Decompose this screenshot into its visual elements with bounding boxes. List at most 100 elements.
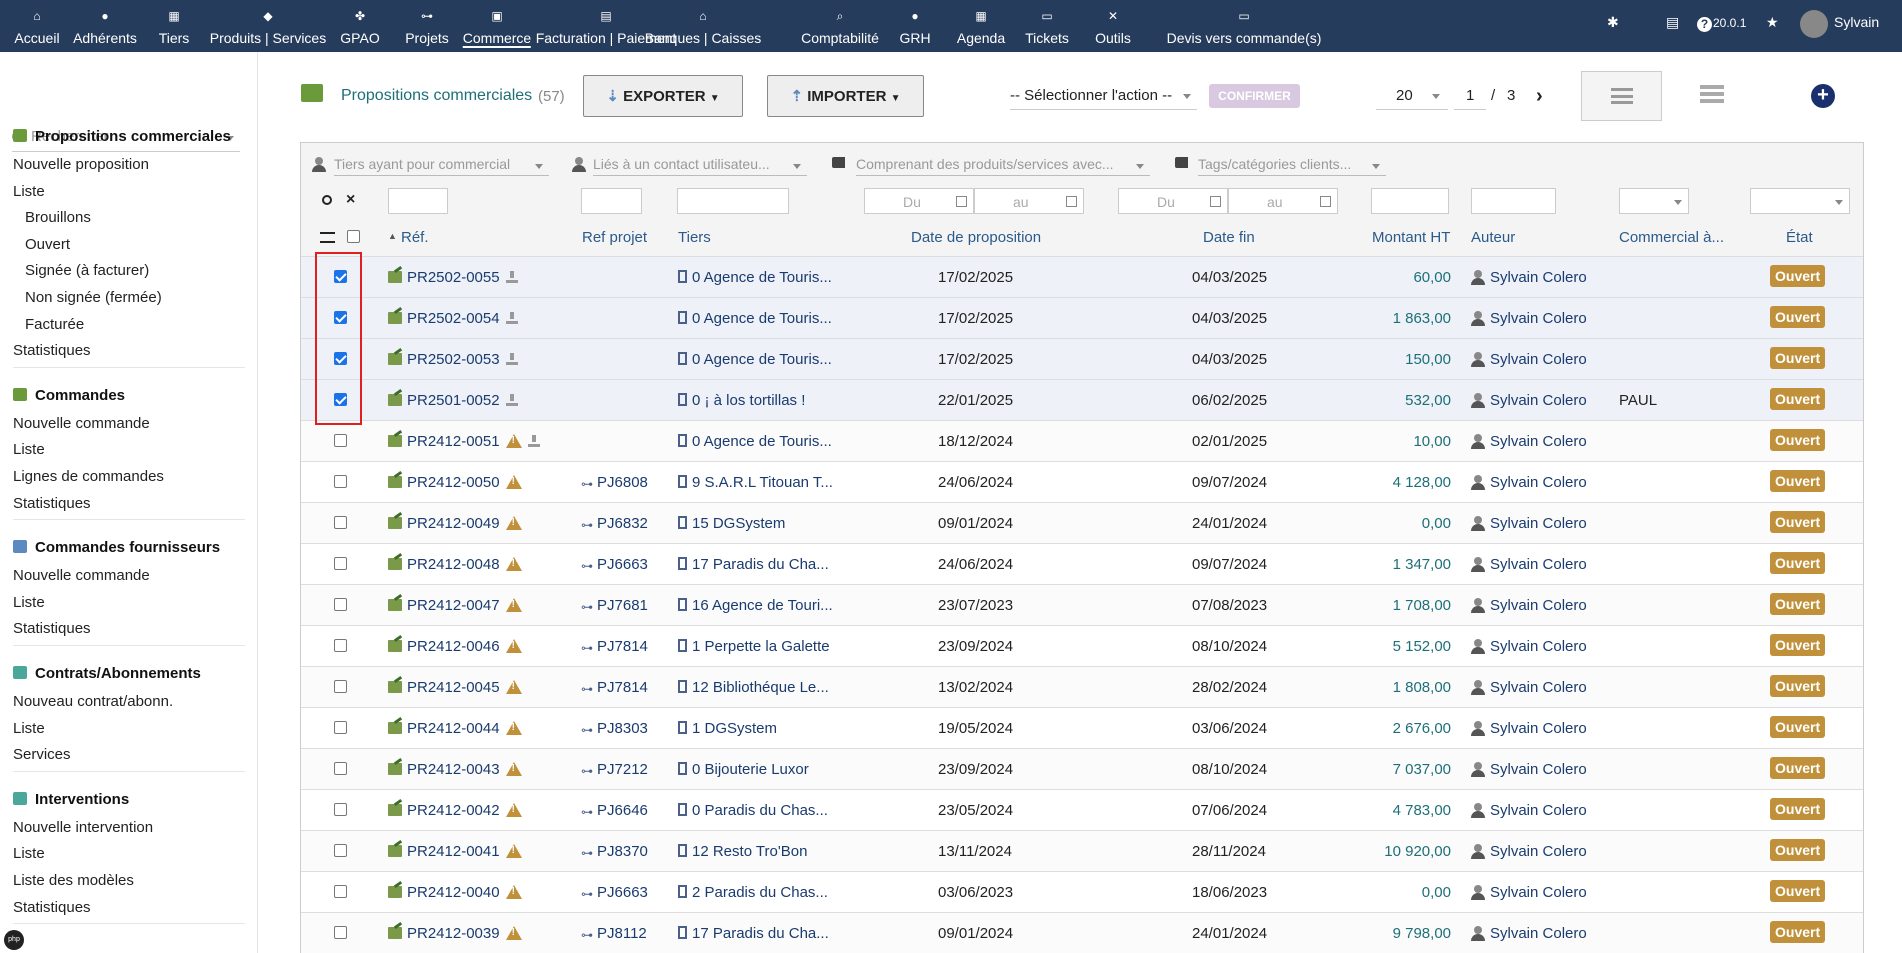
topnav-item-accueil[interactable]: ⌂ Accueil bbox=[14, 0, 59, 52]
topnav-item-banques-caisses[interactable]: ⌂ Banques | Caisses bbox=[645, 0, 761, 52]
author-link[interactable]: Sylvain Colero bbox=[1490, 310, 1587, 327]
sidebar-item[interactable]: Ouvert bbox=[25, 236, 70, 253]
tiers-cell[interactable]: 0 Agence de Touris... bbox=[678, 310, 832, 327]
filter-auteur-input[interactable] bbox=[1471, 188, 1556, 214]
topnav-item-grh[interactable]: ● GRH bbox=[899, 0, 930, 52]
table-row[interactable]: PR2412-0050 ⊶ PJ6808 9 S.A.R.L Titouan T...… bbox=[301, 461, 1863, 502]
table-row[interactable]: PR2412-0044 ⊶ PJ8303 1 DGSystem 19/05/2024 03… bbox=[301, 707, 1863, 748]
sidebar-item[interactable]: Liste bbox=[13, 594, 45, 611]
table-row[interactable]: PR2412-0040 ⊶ PJ6663 2 Paradis du Chas... 03… bbox=[301, 871, 1863, 912]
sidebar-item[interactable]: Lignes de commandes bbox=[13, 468, 164, 485]
ref-link[interactable]: PR2412-0051 bbox=[407, 433, 500, 450]
table-row[interactable]: PR2412-0041 ⊶ PJ8370 12 Resto Tro'Bon 13/11/… bbox=[301, 830, 1863, 871]
ref-link[interactable]: PR2412-0049 bbox=[407, 515, 500, 532]
project-link[interactable]: PJ6808 bbox=[597, 474, 648, 491]
sort-asc-icon[interactable]: ▲ bbox=[388, 231, 397, 241]
project-link[interactable]: PJ6663 bbox=[597, 884, 648, 901]
author-cell[interactable]: Sylvain Colero bbox=[1471, 679, 1587, 696]
tiers-cell[interactable]: 0 Agence de Touris... bbox=[678, 269, 832, 286]
sidebar-item[interactable]: Nouvelle intervention bbox=[13, 819, 153, 836]
per-page-select[interactable]: 20 bbox=[1376, 84, 1448, 110]
search-icon[interactable] bbox=[322, 195, 332, 205]
ref-cell[interactable]: PR2412-0042 bbox=[388, 802, 522, 819]
tiers-link[interactable]: 0 ¡ à los tortillas ! bbox=[692, 392, 805, 409]
topnav-item-gpao[interactable]: ✤ GPAO bbox=[340, 0, 379, 52]
author-link[interactable]: Sylvain Colero bbox=[1490, 269, 1587, 286]
row-checkbox[interactable] bbox=[334, 598, 347, 611]
project-link[interactable]: PJ7814 bbox=[597, 679, 648, 696]
tiers-cell[interactable]: 2 Paradis du Chas... bbox=[678, 884, 828, 901]
sidebar-item[interactable]: Nouvelle commande bbox=[13, 567, 150, 584]
row-checkbox[interactable] bbox=[334, 721, 347, 734]
ref-cell[interactable]: PR2501-0052 bbox=[388, 392, 518, 409]
col-date-fin[interactable]: Date fin bbox=[1203, 229, 1255, 246]
ref-link[interactable]: PR2412-0046 bbox=[407, 638, 500, 655]
row-checkbox[interactable] bbox=[334, 557, 347, 570]
author-cell[interactable]: Sylvain Colero bbox=[1471, 474, 1587, 491]
sidebar-section-4[interactable]: Interventions bbox=[13, 791, 129, 808]
tiers-cell[interactable]: 12 Bibliothéque Le... bbox=[678, 679, 829, 696]
author-cell[interactable]: Sylvain Colero bbox=[1471, 310, 1587, 327]
project-cell[interactable]: ⊶ PJ6663 bbox=[581, 556, 648, 573]
import-button[interactable]: ⇡ IMPORTER ▼ bbox=[767, 75, 924, 117]
sidebar-item[interactable]: Liste bbox=[13, 183, 45, 200]
calendar-icon[interactable] bbox=[1320, 196, 1331, 207]
project-cell[interactable]: ⊶ PJ8370 bbox=[581, 843, 648, 860]
ref-link[interactable]: PR2412-0041 bbox=[407, 843, 500, 860]
tiers-cell[interactable]: 16 Agence de Touri... bbox=[678, 597, 833, 614]
php-debug-icon[interactable]: php bbox=[4, 930, 24, 950]
sidebar-item[interactable]: Liste bbox=[13, 845, 45, 862]
ref-cell[interactable]: PR2412-0040 bbox=[388, 884, 522, 901]
row-checkbox[interactable] bbox=[334, 926, 347, 939]
table-row[interactable]: PR2502-0055 0 Agence de Touris... 17/02/20… bbox=[301, 256, 1863, 297]
table-row[interactable]: PR2501-0052 0 ¡ à los tortillas ! 22/01/20… bbox=[301, 379, 1863, 420]
project-cell[interactable]: ⊶ PJ6808 bbox=[581, 474, 648, 491]
author-link[interactable]: Sylvain Colero bbox=[1490, 925, 1587, 942]
ref-cell[interactable]: PR2412-0043 bbox=[388, 761, 522, 778]
download-icon[interactable] bbox=[505, 394, 518, 406]
clear-filter-icon[interactable]: × bbox=[346, 191, 355, 209]
topnav-item-comptabilit-[interactable]: ⌕ Comptabilité bbox=[801, 0, 879, 52]
author-link[interactable]: Sylvain Colero bbox=[1490, 556, 1587, 573]
filter-tags[interactable]: Tags/catégories clients... bbox=[1198, 152, 1386, 176]
table-row[interactable]: PR2412-0051 0 Agence de Touris... 18/12/20… bbox=[301, 420, 1863, 461]
ref-cell[interactable]: PR2412-0048 bbox=[388, 556, 522, 573]
project-link[interactable]: PJ7814 bbox=[597, 638, 648, 655]
user-name[interactable]: Sylvain bbox=[1834, 14, 1879, 30]
tiers-link[interactable]: 1 DGSystem bbox=[692, 720, 777, 737]
filter-datefin-from[interactable]: Du bbox=[1118, 188, 1228, 214]
author-cell[interactable]: Sylvain Colero bbox=[1471, 597, 1587, 614]
author-cell[interactable]: Sylvain Colero bbox=[1471, 802, 1587, 819]
ref-link[interactable]: PR2502-0055 bbox=[407, 269, 500, 286]
table-row[interactable]: PR2412-0045 ⊶ PJ7814 12 Bibliothéque Le... 1… bbox=[301, 666, 1863, 707]
table-row[interactable]: PR2412-0039 ⊶ PJ8112 17 Paradis du Cha... 09… bbox=[301, 912, 1863, 953]
list-view-button[interactable] bbox=[1581, 71, 1662, 121]
sidebar-item[interactable]: Nouvelle proposition bbox=[13, 156, 149, 173]
filter-etat-select[interactable] bbox=[1750, 188, 1850, 214]
author-link[interactable]: Sylvain Colero bbox=[1490, 474, 1587, 491]
author-cell[interactable]: Sylvain Colero bbox=[1471, 720, 1587, 737]
row-checkbox[interactable] bbox=[334, 803, 347, 816]
topnav-item-devis-vers-commande-s-[interactable]: ▭ Devis vers commande(s) bbox=[1167, 0, 1322, 52]
project-cell[interactable]: ⊶ PJ7814 bbox=[581, 638, 648, 655]
sidebar-item[interactable]: Brouillons bbox=[25, 209, 91, 226]
row-checkbox[interactable] bbox=[334, 434, 347, 447]
author-link[interactable]: Sylvain Colero bbox=[1490, 843, 1587, 860]
author-cell[interactable]: Sylvain Colero bbox=[1471, 351, 1587, 368]
next-page-icon[interactable]: › bbox=[1536, 85, 1543, 108]
filter-date-from[interactable]: Du bbox=[864, 188, 974, 214]
author-cell[interactable]: Sylvain Colero bbox=[1471, 392, 1587, 409]
project-link[interactable]: PJ7681 bbox=[597, 597, 648, 614]
col-date-proposition[interactable]: Date de proposition bbox=[911, 229, 1041, 246]
topnav-item-agenda[interactable]: ▦ Agenda bbox=[957, 0, 1005, 52]
ref-cell[interactable]: PR2412-0047 bbox=[388, 597, 522, 614]
tiers-link[interactable]: 0 Agence de Touris... bbox=[692, 433, 832, 450]
project-cell[interactable]: ⊶ PJ8112 bbox=[581, 925, 647, 942]
sidebar-item[interactable]: Statistiques bbox=[13, 342, 91, 359]
tiers-cell[interactable]: 17 Paradis du Cha... bbox=[678, 925, 829, 942]
author-link[interactable]: Sylvain Colero bbox=[1490, 597, 1587, 614]
sidebar-item[interactable]: Liste des modèles bbox=[13, 872, 134, 889]
download-icon[interactable] bbox=[527, 435, 540, 447]
author-cell[interactable]: Sylvain Colero bbox=[1471, 761, 1587, 778]
project-link[interactable]: PJ8303 bbox=[597, 720, 648, 737]
